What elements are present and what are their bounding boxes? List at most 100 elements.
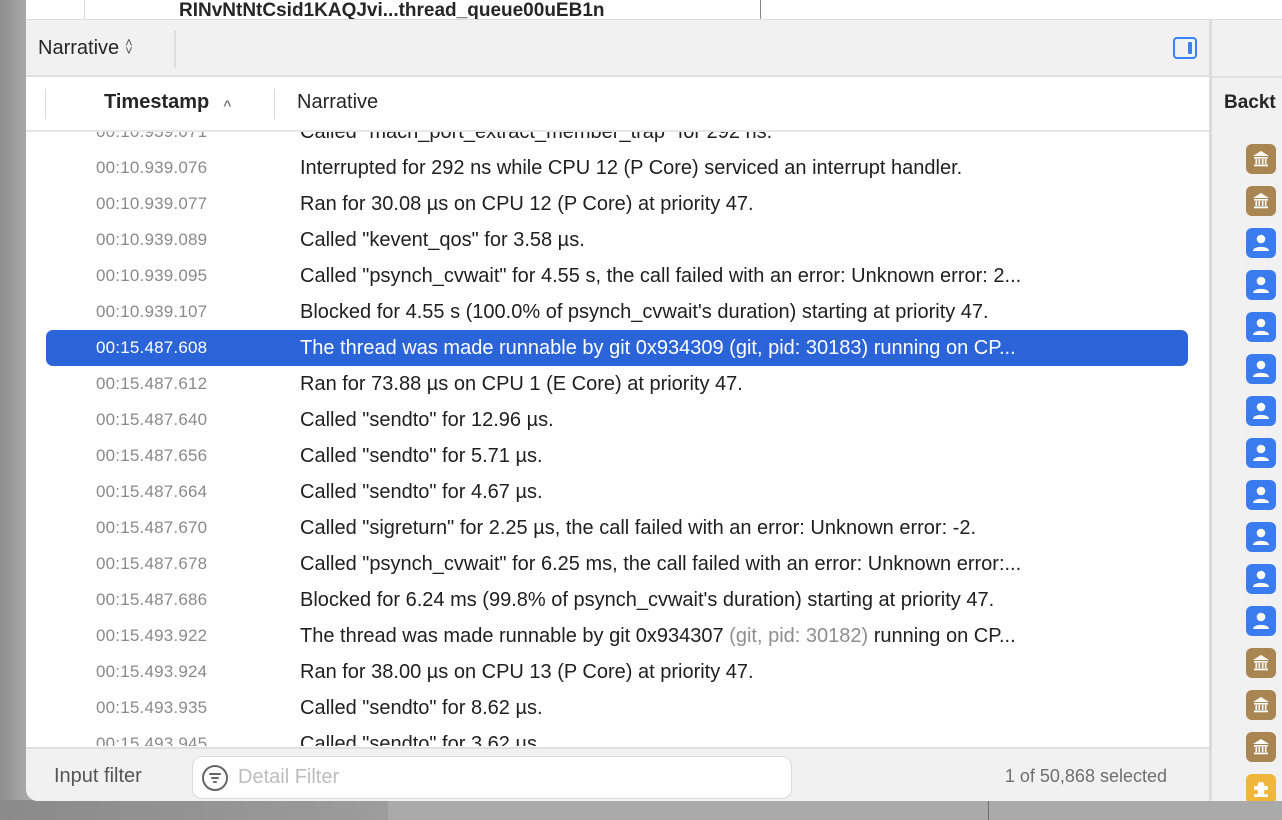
table-row-selected[interactable]: 00:15.487.608 The thread was made runnabl… [46, 330, 1188, 366]
library-building-icon[interactable] [1246, 732, 1276, 762]
row-narrative: The thread was made runnable by git 0x93… [300, 625, 1166, 648]
table-row[interactable]: 00:10.939.089 Called "kevent_qos" for 3.5… [46, 222, 1188, 258]
row-narrative: Called "kevent_qos" for 3.58 µs. [300, 228, 585, 251]
chevron-up-icon: ^ [223, 96, 232, 113]
selection-count: 1 of 50,868 selected [1004, 766, 1167, 786]
puzzle-piece-icon[interactable] [1246, 774, 1276, 801]
user-person-icon[interactable] [1246, 438, 1276, 468]
sidebar-right-icon[interactable] [1173, 37, 1197, 59]
row-timestamp: 00:10.939.107 [96, 302, 208, 321]
table-row[interactable]: 00:15.487.686 Blocked for 6.24 ms (99.8% … [46, 582, 1188, 618]
table-row[interactable]: 00:10.939.095 Called "psynch_cvwait" for … [46, 258, 1188, 294]
column-divider [760, 0, 761, 19]
detail-toolbar: Narrative ˄ ˅ [26, 20, 1209, 77]
narrative-table-body[interactable]: 00:10.939.071 Called "mach_port_extract_… [26, 132, 1209, 746]
user-person-icon[interactable] [1246, 564, 1276, 594]
row-timestamp: 00:15.493.935 [96, 698, 208, 717]
row-narrative: Called "sigreturn" for 2.25 µs, the call… [300, 516, 977, 539]
view-selector-popup[interactable]: Narrative ˄ ˅ [38, 34, 133, 62]
row-narrative: Ran for 73.88 µs on CPU 1 (E Core) at pr… [300, 372, 743, 395]
row-narrative: Ran for 30.08 µs on CPU 12 (P Core) at p… [300, 192, 754, 215]
row-narrative: Ran for 38.00 µs on CPU 13 (P Core) at p… [300, 660, 754, 683]
library-building-icon[interactable] [1246, 648, 1276, 678]
table-row[interactable]: 00:15.493.945 Called "sendto" for 3.62 µs… [46, 726, 1188, 747]
table-row[interactable]: 00:15.493.922 The thread was made runnabl… [46, 618, 1188, 654]
table-row[interactable]: 00:10.939.107 Blocked for 4.55 s (100.0% … [46, 294, 1188, 330]
row-timestamp: 00:10.939.095 [96, 266, 208, 285]
row-timestamp: 00:15.487.608 [96, 338, 208, 357]
thread-list-strip: RINvNtNtCsid1KAQJvi...thread_queue00uEB1… [26, 0, 1282, 19]
divider [1212, 76, 1282, 78]
library-building-icon[interactable] [1246, 690, 1276, 720]
table-row[interactable]: 00:15.493.935 Called "sendto" for 8.62 µs… [46, 690, 1188, 726]
column-header-timestamp-label: Timestamp [104, 91, 210, 113]
user-person-icon[interactable] [1246, 270, 1276, 300]
thread-name[interactable]: RINvNtNtCsid1KAQJvi...thread_queue00uEB1… [179, 0, 605, 19]
input-filter-label: Input filter [54, 765, 142, 787]
background-divider [988, 800, 989, 820]
table-row[interactable]: 00:10.939.076 Interrupted for 292 ns whil… [46, 150, 1188, 186]
detail-filter-field[interactable] [192, 756, 792, 799]
filter-bar: Input filter 1 of 50,868 selected [26, 747, 1209, 801]
narrative-panel: Narrative ˄ ˅ Timestamp ^ Narrative 00:10… [26, 19, 1209, 801]
row-narrative: Blocked for 4.55 s (100.0% of psynch_cvw… [300, 300, 989, 323]
user-person-icon[interactable] [1246, 354, 1276, 384]
row-narrative: Called "sendto" for 3.62 µs. [300, 732, 543, 747]
narrative-text: running on CP... [868, 624, 1016, 647]
view-selector-label: Narrative [38, 36, 120, 59]
table-header: Timestamp ^ Narrative [26, 77, 1209, 132]
row-narrative: Called "mach_port_extract_member_trap" f… [300, 132, 1166, 144]
table-row[interactable]: 00:15.493.924 Ran for 38.00 µs on CPU 13 … [46, 654, 1188, 690]
table-row[interactable]: 00:10.939.077 Ran for 30.08 µs on CPU 12 … [46, 186, 1188, 222]
user-person-icon[interactable] [1246, 480, 1276, 510]
row-timestamp: 00:10.939.089 [96, 230, 208, 249]
column-divider[interactable] [274, 89, 275, 119]
column-header-narrative[interactable]: Narrative [297, 91, 378, 114]
row-narrative: Called "sendto" for 4.67 µs. [300, 480, 543, 503]
row-timestamp: 00:15.487.664 [96, 482, 208, 501]
narrative-text: The thread was made runnable by git 0x93… [300, 624, 730, 647]
row-narrative: The thread was made runnable by git 0x93… [300, 336, 1016, 359]
row-timestamp: 00:10.939.077 [96, 194, 208, 213]
table-row[interactable]: 00:15.487.656 Called "sendto" for 5.71 µs… [46, 438, 1188, 474]
filter-circle-icon[interactable] [202, 764, 228, 791]
column-divider [84, 0, 85, 19]
toolbar-divider [174, 30, 176, 68]
row-timestamp: 00:15.487.670 [96, 518, 208, 537]
background-window-area-left [0, 800, 388, 820]
row-timestamp: 00:15.487.678 [96, 554, 208, 573]
table-row[interactable]: 00:15.487.670 Called "sigreturn" for 2.25… [46, 510, 1188, 546]
library-building-icon[interactable] [1246, 144, 1276, 174]
process-info: (git, pid: 30182) [729, 624, 869, 647]
row-narrative: Called "sendto" for 12.96 µs. [300, 408, 554, 431]
table-row[interactable]: 00:15.487.664 Called "sendto" for 4.67 µs… [46, 474, 1188, 510]
row-narrative: Called "sendto" for 5.71 µs. [300, 444, 543, 467]
table-row[interactable]: 00:15.487.612 Ran for 73.88 µs on CPU 1 (… [46, 366, 1188, 402]
row-narrative: Called "psynch_cvwait" for 6.25 ms, the … [300, 552, 1022, 575]
backtrace-panel: Backt [1209, 19, 1282, 801]
user-person-icon[interactable] [1246, 396, 1276, 426]
column-divider [45, 89, 46, 119]
column-header-timestamp[interactable]: Timestamp ^ [104, 91, 231, 114]
user-person-icon[interactable] [1246, 606, 1276, 636]
backtrace-title: Backt [1224, 92, 1276, 113]
user-person-icon[interactable] [1246, 228, 1276, 258]
table-row-partial[interactable]: 00:10.939.071 Called "mach_port_extract_… [46, 132, 1188, 150]
library-building-icon[interactable] [1246, 186, 1276, 216]
table-row[interactable]: 00:15.487.640 Called "sendto" for 12.96 µ… [46, 402, 1188, 438]
detail-filter-input[interactable] [238, 766, 778, 789]
table-row[interactable]: 00:15.487.678 Called "psynch_cvwait" for … [46, 546, 1188, 582]
row-narrative: Called "sendto" for 8.62 µs. [300, 696, 543, 719]
row-timestamp: 00:15.487.656 [96, 446, 208, 465]
row-narrative: Blocked for 6.24 ms (99.8% of psynch_cvw… [300, 588, 995, 611]
user-person-icon[interactable] [1246, 522, 1276, 552]
row-timestamp: 00:15.493.922 [96, 626, 208, 645]
row-timestamp: 00:10.939.071 [96, 132, 280, 142]
row-narrative: Called "psynch_cvwait" for 4.55 s, the c… [300, 264, 1022, 287]
row-timestamp: 00:15.493.924 [96, 662, 208, 681]
row-narrative: Interrupted for 292 ns while CPU 12 (P C… [300, 156, 963, 179]
desktop-background [0, 0, 26, 820]
row-timestamp: 00:15.487.612 [96, 374, 208, 393]
user-person-icon[interactable] [1246, 312, 1276, 342]
row-timestamp: 00:10.939.076 [96, 158, 208, 177]
